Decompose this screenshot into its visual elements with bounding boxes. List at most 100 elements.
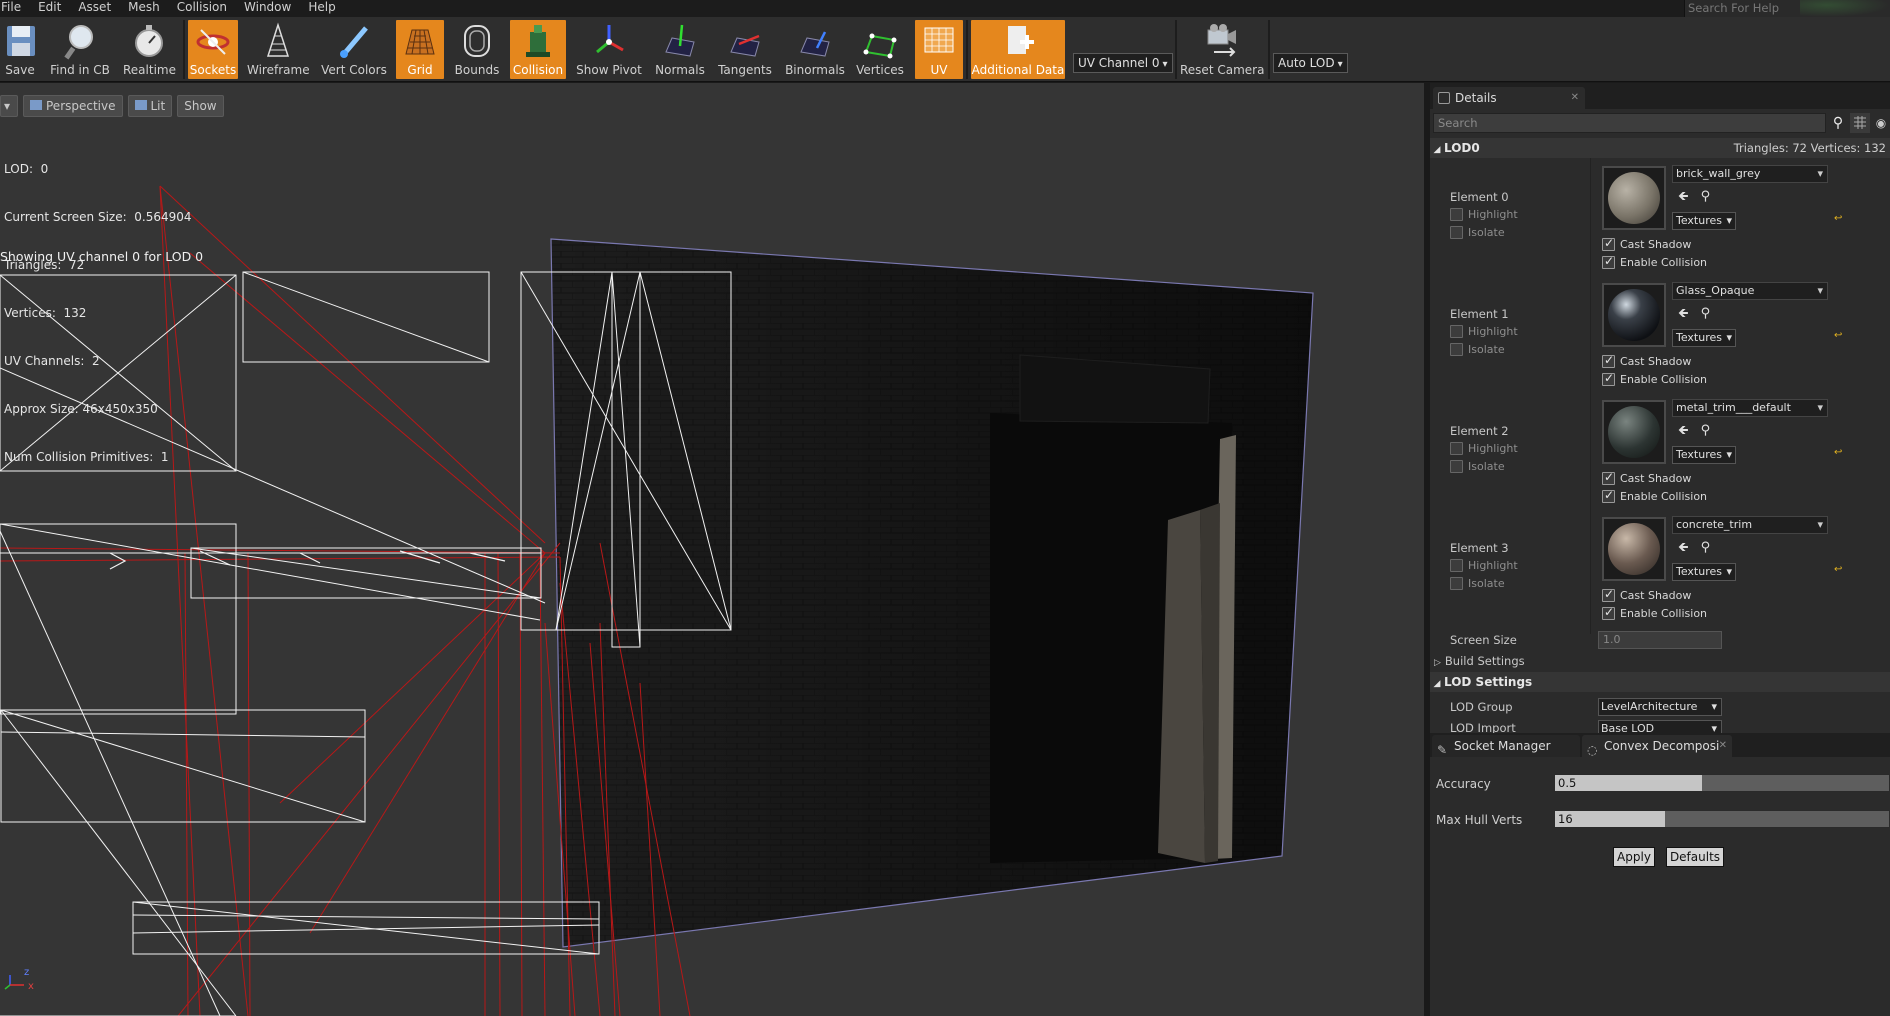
element-0-material-dropdown[interactable]: brick_wall_grey — [1672, 165, 1828, 183]
reset-to-default-icon[interactable]: ↩ — [1834, 330, 1842, 341]
reset-to-default-icon[interactable]: ↩ — [1834, 213, 1842, 224]
element-2-enable-collision[interactable]: Enable Collision — [1602, 488, 1707, 503]
find-in-cb-button[interactable]: Find in CB — [47, 20, 113, 79]
element-0-material-thumbnail[interactable] — [1602, 166, 1666, 230]
mesh-viewport[interactable]: ▾ Perspective Lit Show LOD: 0 Current Sc… — [0, 83, 1427, 1016]
sockets-button[interactable]: Sockets — [188, 20, 238, 79]
additional-data-button[interactable]: Additional Data — [971, 20, 1065, 79]
menu-edit[interactable]: Edit — [37, 0, 71, 17]
element-0-isolate[interactable]: Isolate — [1450, 226, 1505, 239]
search-icon[interactable]: ⚲ — [1828, 113, 1848, 133]
use-selected-arrow-icon[interactable]: 🡸 — [1678, 423, 1689, 438]
reset-camera-button[interactable]: Reset Camera — [1180, 20, 1264, 79]
element-2-material-dropdown[interactable]: metal_trim___default — [1672, 399, 1828, 417]
element-0-cast-shadow[interactable]: Cast Shadow — [1602, 236, 1691, 251]
accuracy-slider[interactable]: 0.5 — [1554, 774, 1890, 792]
menu-help[interactable]: Help — [307, 0, 345, 17]
checkbox[interactable] — [1450, 559, 1463, 572]
browse-search-icon[interactable]: ⚲ — [1701, 540, 1711, 555]
lod-group-dropdown[interactable]: LevelArchitecture — [1598, 698, 1722, 716]
element-2-highlight[interactable]: Highlight — [1450, 442, 1518, 455]
build-settings-category[interactable]: ▷ Build Settings — [1434, 654, 1525, 668]
checkbox[interactable] — [1450, 325, 1463, 338]
menu-asset[interactable]: Asset — [77, 0, 121, 17]
checkbox[interactable] — [1602, 353, 1615, 368]
tab-socket-manager[interactable]: ✎ Socket Manager — [1432, 735, 1580, 757]
checkbox[interactable] — [1450, 460, 1463, 473]
bounds-button[interactable]: Bounds — [452, 20, 502, 79]
apply-button[interactable]: Apply — [1613, 847, 1655, 867]
perspective-button[interactable]: Perspective — [23, 95, 123, 117]
element-2-material-thumbnail[interactable] — [1602, 400, 1666, 464]
defaults-button[interactable]: Defaults — [1666, 847, 1724, 867]
checkbox[interactable] — [1602, 254, 1615, 269]
show-pivot-button[interactable]: Show Pivot — [574, 20, 644, 79]
element-3-material-thumbnail[interactable] — [1602, 517, 1666, 581]
use-selected-arrow-icon[interactable]: 🡸 — [1678, 540, 1689, 555]
element-3-enable-collision[interactable]: Enable Collision — [1602, 605, 1707, 620]
binormals-button[interactable]: Binormals — [782, 20, 848, 79]
browse-search-icon[interactable]: ⚲ — [1701, 189, 1711, 204]
element-1-material-dropdown[interactable]: Glass_Opaque — [1672, 282, 1828, 300]
menu-collision[interactable]: Collision — [176, 0, 237, 17]
browse-search-icon[interactable]: ⚲ — [1701, 423, 1711, 438]
reset-to-default-icon[interactable]: ↩ — [1834, 447, 1842, 458]
uv-button[interactable]: UV — [915, 20, 963, 79]
auto-lod-dropdown[interactable]: Auto LOD — [1273, 53, 1348, 73]
checkbox[interactable] — [1450, 343, 1463, 356]
element-3-isolate[interactable]: Isolate — [1450, 577, 1505, 590]
realtime-button[interactable]: Realtime — [123, 20, 176, 79]
element-2-isolate[interactable]: Isolate — [1450, 460, 1505, 473]
checkbox[interactable] — [1602, 587, 1615, 602]
viewport-options-button[interactable]: ▾ — [0, 95, 18, 117]
screen-size-input[interactable]: 1.0 — [1598, 631, 1722, 649]
save-button[interactable]: Save — [1, 20, 39, 79]
vert-colors-button[interactable]: Vert Colors — [317, 20, 391, 79]
checkbox[interactable] — [1602, 236, 1615, 251]
checkbox[interactable] — [1602, 371, 1615, 386]
element-1-textures-dropdown[interactable]: Textures — [1672, 329, 1736, 347]
menu-file[interactable]: File — [0, 0, 31, 17]
uv-channel-dropdown[interactable]: UV Channel 0 — [1073, 53, 1173, 73]
vertices-button[interactable]: Vertices — [854, 20, 906, 79]
eye-icon[interactable]: ◉ — [1872, 113, 1890, 133]
element-1-cast-shadow[interactable]: Cast Shadow — [1602, 353, 1691, 368]
element-1-enable-collision[interactable]: Enable Collision — [1602, 371, 1707, 386]
tangents-button[interactable]: Tangents — [714, 20, 776, 79]
close-icon[interactable]: ✕ — [1719, 735, 1727, 757]
checkbox[interactable] — [1450, 208, 1463, 221]
menu-window[interactable]: Window — [243, 0, 301, 17]
details-search-input[interactable]: Search — [1433, 113, 1826, 133]
checkbox[interactable] — [1450, 442, 1463, 455]
collision-button[interactable]: Collision — [510, 20, 566, 79]
element-0-enable-collision[interactable]: Enable Collision — [1602, 254, 1707, 269]
element-0-textures-dropdown[interactable]: Textures — [1672, 212, 1736, 230]
element-3-cast-shadow[interactable]: Cast Shadow — [1602, 587, 1691, 602]
reset-to-default-icon[interactable]: ↩ — [1834, 564, 1842, 575]
checkbox[interactable] — [1450, 577, 1463, 590]
lod-import-dropdown[interactable]: Base LOD — [1598, 720, 1722, 733]
element-2-textures-dropdown[interactable]: Textures — [1672, 446, 1736, 464]
use-selected-arrow-icon[interactable]: 🡸 — [1678, 189, 1689, 204]
wireframe-button[interactable]: Wireframe — [247, 20, 310, 79]
element-1-highlight[interactable]: Highlight — [1450, 325, 1518, 338]
element-0-highlight[interactable]: Highlight — [1450, 208, 1518, 221]
tab-details[interactable]: Details ✕ — [1433, 87, 1585, 109]
lod-settings-category[interactable]: ◢ LOD Settings — [1430, 672, 1890, 692]
grid-button[interactable]: Grid — [396, 20, 444, 79]
close-icon[interactable]: ✕ — [1571, 87, 1579, 109]
checkbox[interactable] — [1602, 488, 1615, 503]
normals-button[interactable]: Normals — [652, 20, 708, 79]
use-selected-arrow-icon[interactable]: 🡸 — [1678, 306, 1689, 321]
checkbox[interactable] — [1602, 470, 1615, 485]
menu-mesh[interactable]: Mesh — [127, 0, 170, 17]
element-1-isolate[interactable]: Isolate — [1450, 343, 1505, 356]
max-hull-verts-slider[interactable]: 16 — [1554, 810, 1890, 828]
element-2-cast-shadow[interactable]: Cast Shadow — [1602, 470, 1691, 485]
element-3-textures-dropdown[interactable]: Textures — [1672, 563, 1736, 581]
show-button[interactable]: Show — [177, 95, 224, 117]
browse-search-icon[interactable]: ⚲ — [1701, 306, 1711, 321]
checkbox[interactable] — [1602, 605, 1615, 620]
element-3-material-dropdown[interactable]: concrete_trim — [1672, 516, 1828, 534]
lod0-category[interactable]: ◢ LOD0 Triangles: 72 Vertices: 132 — [1430, 138, 1890, 158]
